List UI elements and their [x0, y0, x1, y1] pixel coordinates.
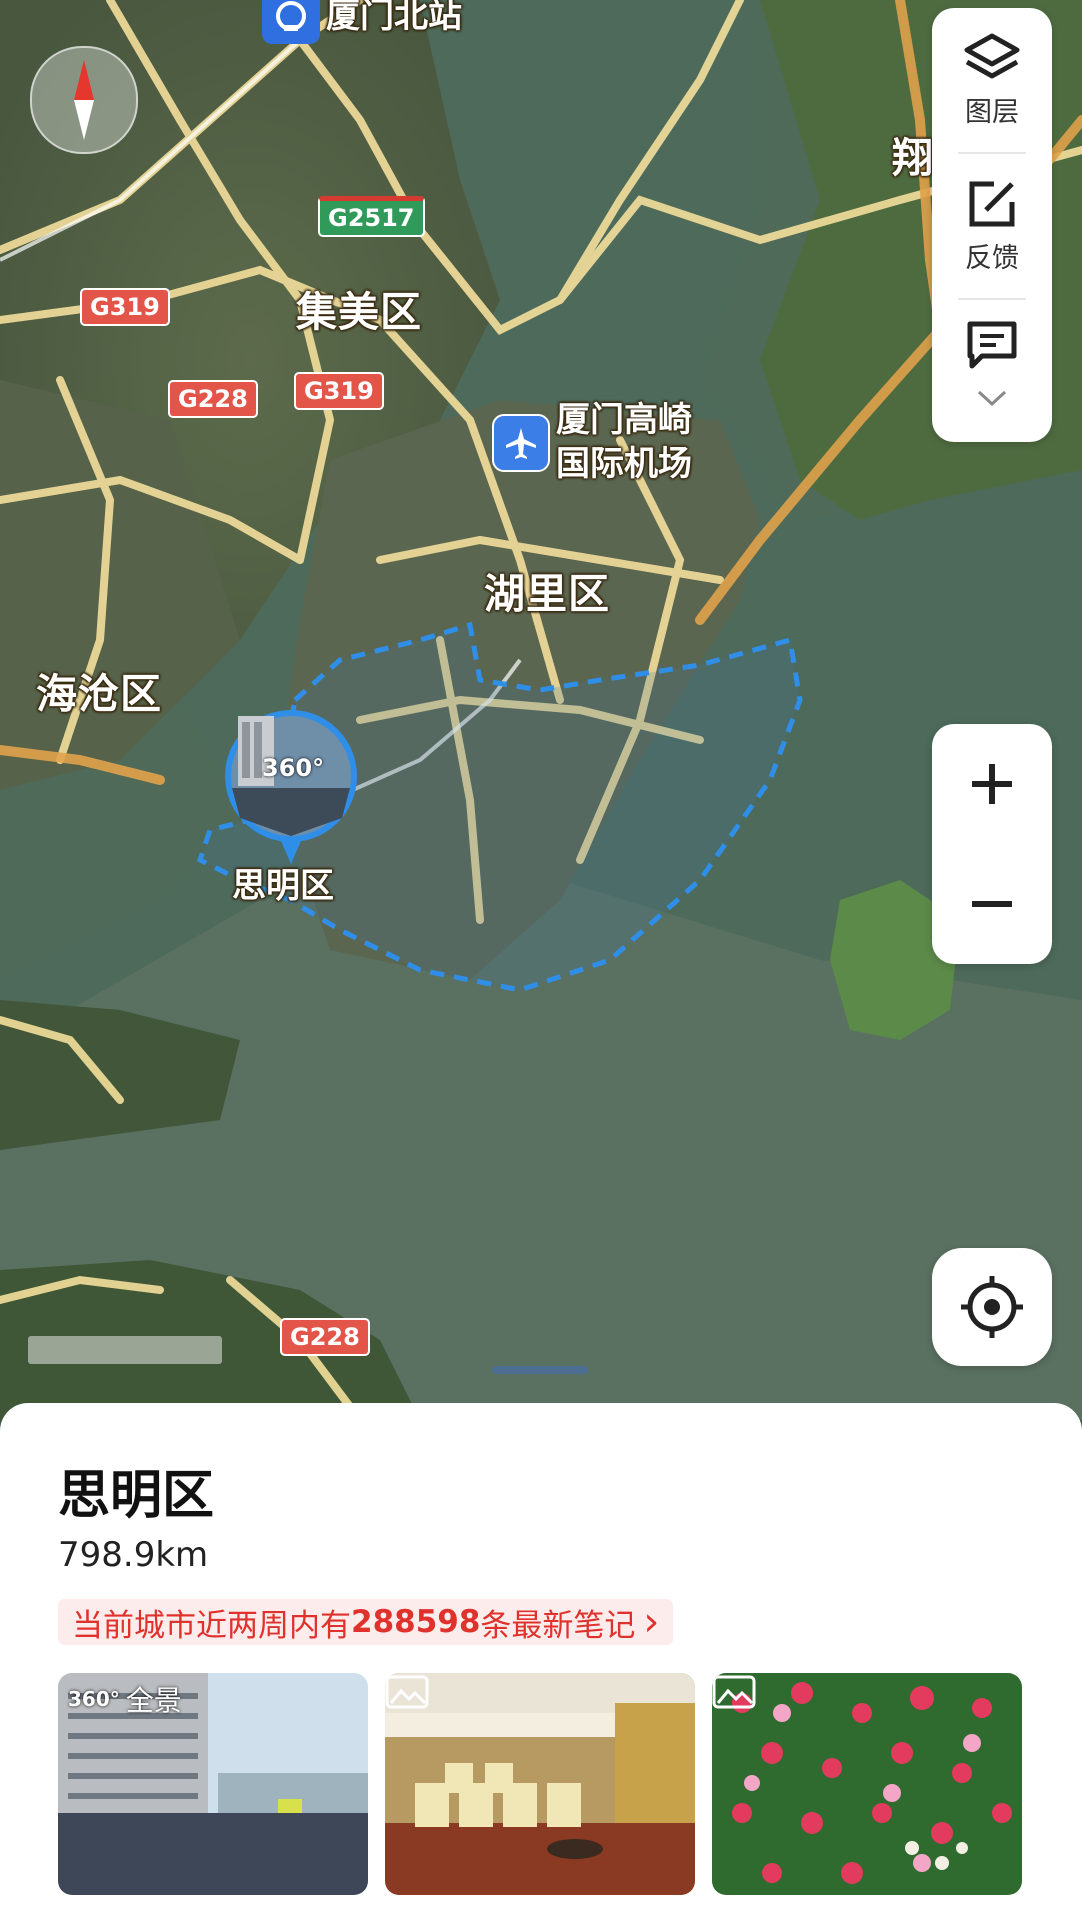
- interior-photo-image: [385, 1673, 695, 1895]
- chevron-down-icon: [977, 390, 1007, 407]
- place-distance: 798.9km: [58, 1535, 209, 1575]
- road-shield-g228-upper: G228: [168, 380, 258, 418]
- feedback-edit-icon: [969, 181, 1015, 226]
- district-label-jimei[interactable]: 集美区: [296, 278, 422, 338]
- panorama-marker[interactable]: 360°: [222, 708, 360, 868]
- district-label-huli[interactable]: 湖里区: [484, 560, 610, 620]
- panorama-badge-label: 全景: [125, 1684, 182, 1717]
- photo-thumbnail-panorama[interactable]: 360° 全景: [58, 1673, 368, 1895]
- airport-label-line1[interactable]: 厦门高崎: [556, 398, 692, 442]
- panorama-badge: 360°: [262, 754, 325, 782]
- district-label-xiang-partial[interactable]: 翔: [892, 124, 934, 184]
- station-marker[interactable]: [262, 0, 320, 44]
- feedback-label: 反馈: [965, 242, 1019, 274]
- feedback-button[interactable]: 反馈: [932, 154, 1052, 298]
- notes-banner[interactable]: 当前城市近两周内有 288598 条最新笔记 ›: [58, 1599, 674, 1645]
- road-shield-g319-left: G319: [80, 288, 170, 326]
- layers-icon: [964, 33, 1020, 78]
- flowers-photo-image: [712, 1673, 1022, 1895]
- panorama-badge: 360° 全景: [68, 1679, 182, 1719]
- expand-tools-button[interactable]: [932, 388, 1052, 428]
- place-detail-sheet[interactable]: 思明区 798.9km 当前城市近两周内有 288598 条最新笔记 › 360…: [0, 1403, 1082, 1923]
- station-label[interactable]: 厦门北站: [326, 0, 462, 38]
- compass-icon: [74, 60, 94, 140]
- panorama-pin-icon: [225, 710, 357, 864]
- locate-button[interactable]: [932, 1248, 1052, 1366]
- chevron-right-icon: ›: [643, 1599, 660, 1645]
- notes-count: 288598: [351, 1604, 481, 1640]
- message-icon: [967, 321, 1017, 369]
- road-shield-g319-center: G319: [294, 372, 384, 410]
- layers-button[interactable]: 图层: [932, 8, 1052, 152]
- satellite-map[interactable]: 厦门北站 集美区 厦门高崎 国际机场 湖里区 海沧区 思明区 翔 G2517 G…: [0, 0, 1082, 1420]
- zoom-out-button[interactable]: [932, 844, 1052, 964]
- airport-label-line2[interactable]: 国际机场: [556, 442, 692, 486]
- map-handle: [492, 1366, 588, 1374]
- photo-thumbnail-flowers[interactable]: [712, 1673, 1022, 1895]
- photo-thumbnail-interior[interactable]: [385, 1673, 695, 1895]
- map-tools-panel: 图层 反馈: [932, 8, 1052, 442]
- train-station-icon: [276, 1, 306, 31]
- zoom-panel: [932, 724, 1052, 964]
- panorama-360-icon: 360°: [68, 1687, 120, 1711]
- airport-marker[interactable]: [492, 414, 550, 472]
- airplane-icon: [506, 428, 536, 459]
- layers-label: 图层: [965, 96, 1019, 128]
- notes-prefix: 当前城市近两周内有: [72, 1607, 351, 1644]
- message-button[interactable]: [932, 300, 1052, 388]
- district-label-haicang[interactable]: 海沧区: [36, 660, 162, 720]
- map-imagery: [0, 0, 1082, 1420]
- plus-icon: [972, 764, 1012, 804]
- image-gallery-icon: [712, 1675, 756, 1709]
- place-title: 思明区: [58, 1466, 215, 1526]
- road-shield-g228-lower: G228: [280, 1318, 370, 1356]
- notes-suffix: 条最新笔记: [480, 1607, 636, 1644]
- locate-target-icon: [961, 1276, 1023, 1338]
- compass-button[interactable]: [30, 46, 138, 154]
- road-shield-g2517: G2517: [318, 196, 425, 237]
- zoom-in-button[interactable]: [932, 724, 1052, 844]
- image-gallery-icon: [385, 1675, 429, 1709]
- district-label-siming[interactable]: 思明区: [232, 864, 334, 908]
- minus-icon: [972, 901, 1012, 907]
- map-scale-bar: [28, 1336, 222, 1364]
